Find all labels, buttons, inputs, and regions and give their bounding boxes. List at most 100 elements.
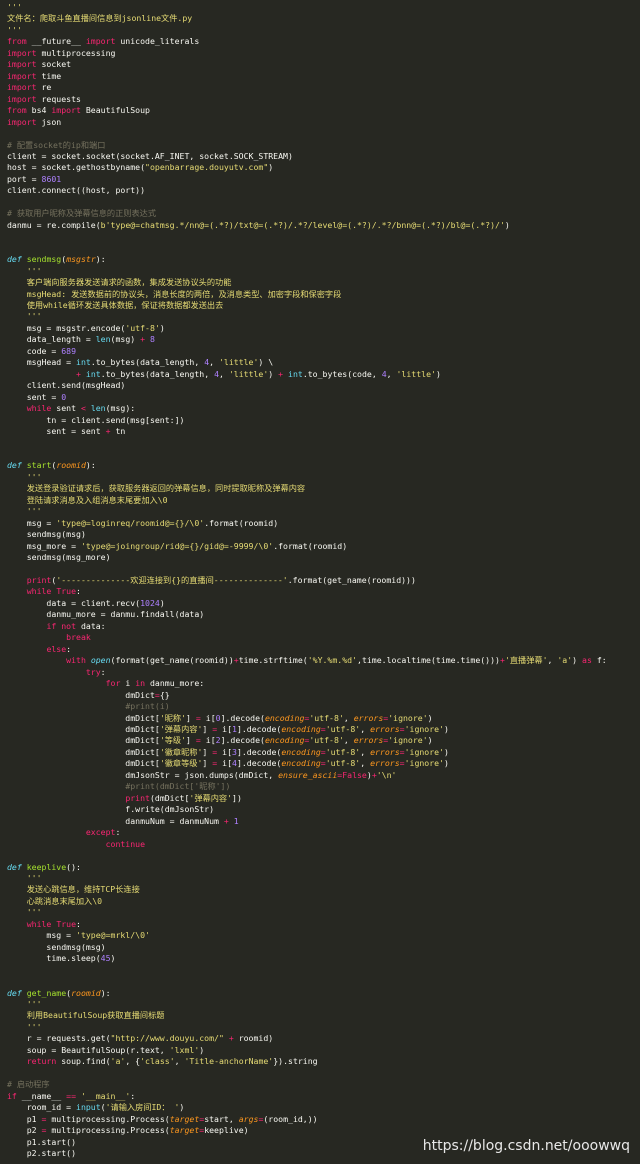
- code-token: i[: [217, 723, 233, 734]
- code-token: args: [238, 1113, 259, 1124]
- code-token: 1024: [140, 597, 160, 608]
- code-token: '\n': [376, 769, 397, 780]
- code-token: ]: [202, 758, 213, 769]
- code-token: BeautifulSoup: [80, 105, 150, 116]
- code-token: keeplive: [26, 861, 67, 872]
- code-line: dmDict['弹幕内容'] = i[1].decode(encoding='u…: [7, 724, 449, 735]
- code-line: ''': [7, 873, 42, 884]
- code-token: ):: [95, 254, 106, 265]
- code-line: import requests: [7, 94, 81, 105]
- code-token: client = socket.socket(socket.AF_INET, s…: [7, 150, 293, 161]
- code-token: #print(i): [125, 701, 170, 712]
- code-token: host = socket.gethostbyname(: [7, 162, 146, 173]
- code-line: def keeplive():: [7, 862, 81, 873]
- code-line: def sendmsg(msgstr):: [7, 254, 106, 265]
- code-line: # 启动程序: [7, 1079, 50, 1090]
- code-token: msg =: [7, 517, 57, 528]
- code-token: 'utf-8': [125, 322, 160, 333]
- code-token: ):: [85, 460, 96, 471]
- code-token: ): [444, 723, 449, 734]
- code-token: i[: [217, 746, 233, 757]
- code-line: while True:: [7, 919, 81, 930]
- code-line: p1 = multiprocessing.Process(target=star…: [7, 1114, 318, 1125]
- code-token: f.write(dmJsonStr): [7, 804, 215, 815]
- code-token: ]: [186, 712, 196, 723]
- code-line: data = client.recv(1024): [7, 597, 165, 609]
- code-line: with open(format(get_name(roomid))+time.…: [7, 655, 607, 666]
- code-token: ,: [343, 735, 354, 746]
- code-token: 689: [61, 345, 77, 356]
- code-line: 登陆请求消息及入组消息末尾要加入\0: [7, 495, 168, 506]
- code-line: client.send(msgHead): [7, 380, 126, 391]
- code-line: room_id = input('请输入房间ID： '): [7, 1102, 185, 1113]
- code-token: (format(get_name(roomid)): [110, 655, 234, 666]
- code-token: soup.find(: [56, 1056, 111, 1067]
- code-token: 'little': [218, 357, 259, 368]
- code-line: danmu_more = danmu.findall(data): [7, 609, 204, 620]
- code-token: ''': [26, 265, 42, 276]
- code-token: import: [7, 116, 37, 127]
- code-token: encoding: [281, 758, 321, 769]
- code-token: errors: [353, 712, 384, 723]
- code-token: errors: [370, 723, 400, 734]
- code-line: import multiprocessing: [7, 48, 115, 59]
- code-token: sendmsg(msg_more): [7, 552, 111, 563]
- code-token: i: [120, 678, 136, 689]
- code-token: def: [7, 254, 22, 265]
- code-token: ):: [100, 987, 111, 998]
- code-line: p2 = multiprocessing.Process(target=keep…: [7, 1125, 249, 1136]
- code-line: code = 689: [7, 346, 76, 357]
- code-token: ): [159, 597, 165, 608]
- code-token: errors: [353, 735, 384, 746]
- code-token: (msg): [110, 334, 141, 345]
- code-token: errors: [370, 746, 400, 757]
- code-token: ): [427, 735, 433, 746]
- code-token: for: [105, 678, 121, 689]
- code-line: sendmsg(msg): [7, 529, 86, 540]
- code-token: from: [7, 105, 27, 116]
- code-token: __future__: [26, 36, 86, 47]
- code-token: def: [7, 987, 22, 998]
- code-token: b'type@=chatmsg.*/nn@=(.*?)/txt@=(.*?)/.…: [100, 219, 505, 230]
- code-line: sent = sent + tn: [7, 426, 125, 437]
- code-token: '徽章等级': [159, 758, 203, 769]
- code-token: i[: [200, 735, 216, 746]
- code-line: r = requests.get("http://www.douyu.com/"…: [7, 1033, 274, 1044]
- code-line: f.write(dmJsonStr): [7, 804, 214, 815]
- code-token: continue: [105, 838, 146, 849]
- code-token: #print(dmDict['昵称']): [125, 781, 231, 792]
- code-token: .to_bytes(code,: [302, 368, 382, 379]
- code-token: requests: [36, 93, 81, 104]
- code-token: time.strftime(: [238, 655, 308, 666]
- code-line: soup = BeautifulSoup(r.text, 'lxml'): [7, 1045, 204, 1056]
- code-token: 'utf-8': [325, 758, 361, 769]
- code-token: '--------------欢迎连接到{}的直播间--------------…: [56, 575, 288, 585]
- code-token: dmJsonStr = json.dumps(dmDict,: [7, 769, 279, 780]
- code-line: break: [7, 632, 91, 643]
- code-token: msgHead: 发送数据前的协议头，消息长度的两倍，及消息类型、加密字段和保密…: [26, 288, 342, 299]
- code-editor[interactable]: ''' 文件名：爬取斗鱼直播间信息到jsonline文件.py ''' from __…: [0, 0, 640, 1164]
- code-token: ): [444, 746, 449, 757]
- code-token: sent: [51, 403, 81, 414]
- code-token: r = requests.get(: [7, 1033, 111, 1044]
- code-line: dmDict={}: [7, 690, 169, 701]
- code-token: 'type@=joingroup/rid@={}/gid@=-9999/\0': [80, 540, 274, 551]
- code-token: ].decode(: [236, 746, 282, 757]
- code-token: json: [36, 116, 62, 127]
- code-line: print('--------------欢迎连接到{}的直播间--------…: [7, 575, 416, 586]
- code-token: import: [85, 36, 116, 47]
- code-token: ].decode(: [220, 735, 265, 746]
- code-token: '直播弹幕': [504, 655, 548, 666]
- code-token: import: [7, 93, 37, 104]
- code-line: + int.to_bytes(data_length, 4, 'little')…: [7, 369, 441, 380]
- code-token: int: [85, 368, 101, 379]
- code-token: ensure_ascii: [278, 769, 338, 780]
- code-token: msg_more =: [7, 540, 81, 551]
